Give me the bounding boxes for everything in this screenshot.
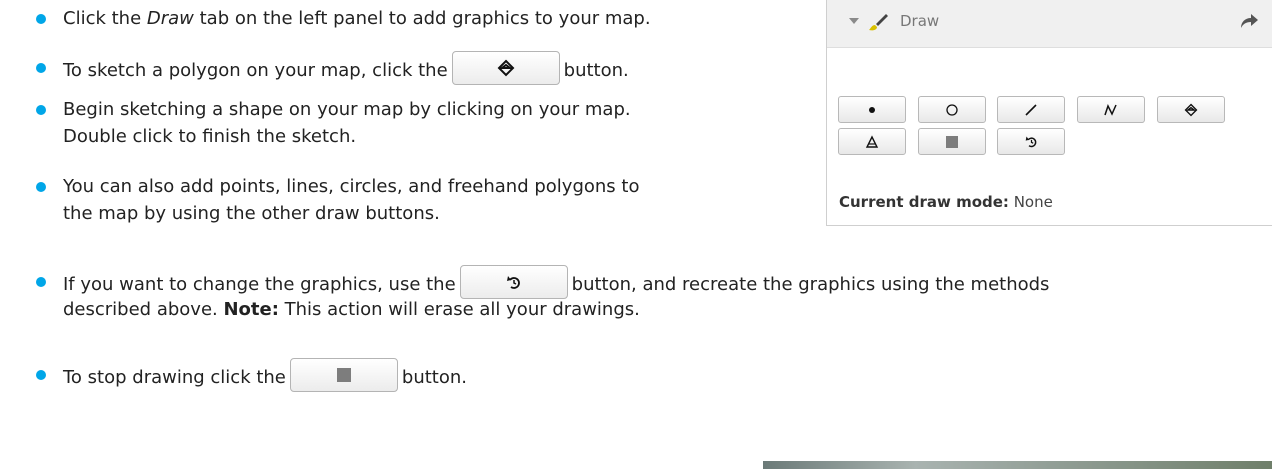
freehand-line-tool-button[interactable] <box>1077 96 1145 123</box>
bullet-dot <box>36 105 46 115</box>
collapse-arrow-icon[interactable] <box>849 18 859 24</box>
share-icon[interactable] <box>1239 12 1259 30</box>
draw-panel-header[interactable]: Draw <box>827 0 1272 48</box>
undo-icon <box>1025 136 1036 148</box>
polygon-icon <box>1184 103 1198 116</box>
bullet-dot <box>36 370 46 380</box>
stop-icon <box>946 135 958 148</box>
circle-icon <box>946 103 958 116</box>
instruction-text: Begin sketching a shape on your map by c… <box>63 99 631 120</box>
draw-panel-title: Draw <box>900 12 940 30</box>
current-draw-mode: Current draw mode: None <box>839 193 1053 211</box>
freehand-polygon-tool-button[interactable] <box>838 128 906 155</box>
instruction-text: Double click to finish the sketch. <box>63 126 357 147</box>
instruction-text: the map by using the other draw buttons. <box>63 203 440 224</box>
instruction-text: To sketch a polygon on your map, click t… <box>63 51 629 88</box>
bullet-dot <box>36 63 46 73</box>
instruction-text: You can also add points, lines, circles,… <box>63 176 640 197</box>
stop-icon <box>336 368 351 382</box>
polygon-icon <box>497 59 515 77</box>
polygon-tool-button[interactable] <box>1157 96 1225 123</box>
bullet-dot <box>36 182 46 192</box>
map-screenshot-image <box>763 461 1272 469</box>
line-icon <box>1025 103 1037 116</box>
point-icon <box>869 106 875 113</box>
draw-panel: Draw Current draw mode: None <box>826 0 1272 226</box>
bullet-dot <box>36 14 46 24</box>
polygon-button[interactable] <box>451 51 560 85</box>
paintbrush-icon <box>869 14 888 31</box>
instruction-text: described above. Note: This action will … <box>63 299 640 320</box>
point-tool-button[interactable] <box>838 96 906 123</box>
undo-tool-button[interactable] <box>997 128 1065 155</box>
line-tool-button[interactable] <box>997 96 1065 123</box>
bullet-dot <box>36 277 46 287</box>
freehand-line-icon <box>1104 103 1117 116</box>
stop-button[interactable] <box>289 358 398 392</box>
undo-icon <box>506 276 520 289</box>
instruction-text: To stop drawing click the button. <box>63 358 467 395</box>
stop-tool-button[interactable] <box>918 128 986 155</box>
freehand-polygon-icon <box>865 134 879 148</box>
circle-tool-button[interactable] <box>918 96 986 123</box>
instruction-text: Click the Draw tab on the left panel to … <box>63 8 651 29</box>
undo-button[interactable] <box>459 265 568 299</box>
